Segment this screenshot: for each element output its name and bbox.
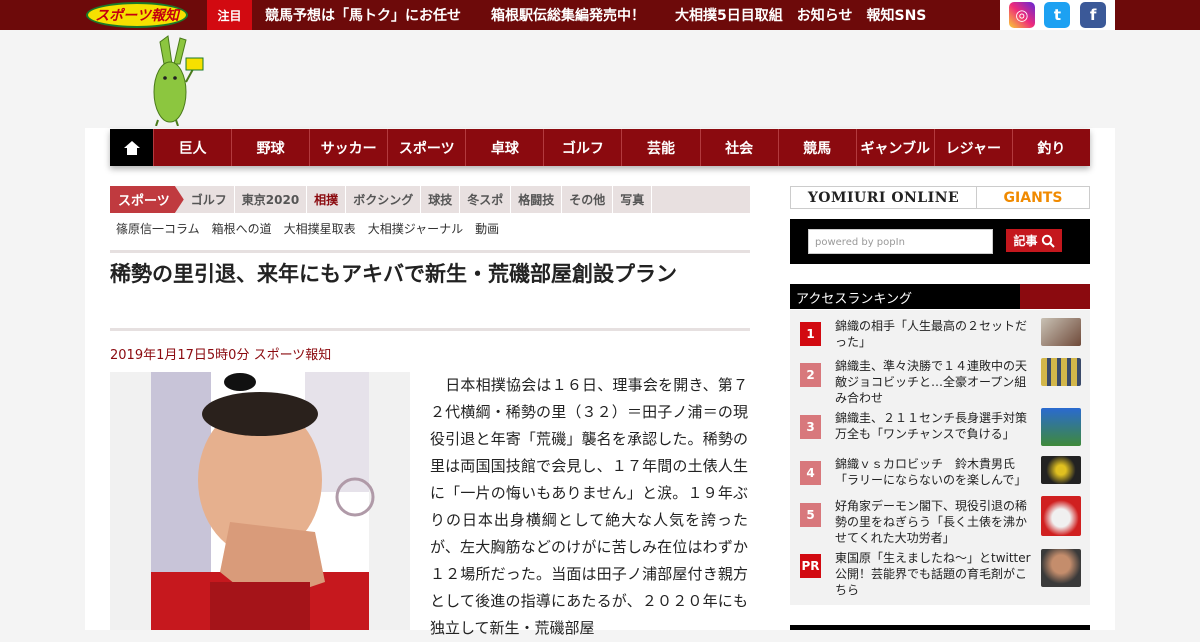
facebook-icon[interactable]: f — [1080, 2, 1107, 28]
subnav-tokyo2020[interactable]: 東京2020 — [235, 186, 308, 213]
divider — [110, 250, 750, 253]
subnav-photo[interactable]: 写真 — [613, 186, 653, 213]
pr-badge: PR — [800, 554, 821, 578]
subnav-active-sports[interactable]: スポーツ — [110, 186, 184, 213]
tag-link[interactable]: 篠原信一コラム — [116, 220, 200, 237]
rank-number: 2 — [800, 363, 821, 387]
search-icon — [1041, 234, 1055, 248]
nav-fishing[interactable]: 釣り — [1011, 129, 1090, 166]
subnav-sumo[interactable]: 相撲 — [307, 186, 347, 213]
nav-entertainment[interactable]: 芸能 — [621, 129, 699, 166]
nav-gamble[interactable]: ギャンブル — [855, 129, 934, 166]
rank-number: 5 — [800, 503, 821, 527]
search-box: powered by popIn 記事 — [790, 219, 1090, 264]
main-nav: 巨人 野球 サッカー スポーツ 卓球 ゴルフ 芸能 社会 競馬 ギャンブル レジ… — [110, 129, 1090, 166]
nav-keiba[interactable]: 競馬 — [777, 129, 856, 166]
home-icon — [123, 140, 140, 155]
topnav-link-hakone[interactable]: 箱根駅伝総集編発売中！ — [491, 5, 645, 25]
rank-thumbnail — [1041, 496, 1081, 536]
tag-nav: 篠原信一コラム 箱根への道 大相撲星取表 大相撲ジャーナル 動画 — [116, 220, 511, 237]
nav-sports[interactable]: スポーツ — [387, 129, 465, 166]
topnav-link-sumo[interactable]: 大相撲5日目取組 — [675, 5, 783, 25]
subnav-boxing[interactable]: ボクシング — [346, 186, 422, 213]
article-body: 日本相撲協会は１６日、理事会を開き、第７２代横綱・稀勢の里（３２）＝田子ノ浦＝の… — [430, 376, 748, 637]
sidebar-bottom-bar — [790, 625, 1090, 630]
tag-link[interactable]: 箱根への道 — [212, 220, 272, 237]
sub-nav: スポーツ ゴルフ 東京2020 相撲 ボクシング 球技 冬スポ 格闘技 その他 … — [110, 186, 750, 213]
tag-link[interactable]: 動画 — [475, 220, 499, 237]
article-photo[interactable] — [110, 372, 410, 630]
attention-label: 注目 — [207, 0, 252, 30]
subnav-other[interactable]: その他 — [562, 186, 614, 213]
article-headline: 稀勢の里引退、来年にもアキバで新生・荒磯部屋創設プラン — [110, 262, 677, 286]
subnav-martialarts[interactable]: 格闘技 — [511, 186, 563, 213]
tag-link[interactable]: 大相撲星取表 — [284, 220, 356, 237]
topnav-link-notice[interactable]: お知らせ — [797, 5, 853, 25]
rank-text: 錦織圭、準々決勝で１４連敗中の天敵ジョコビッチと…全豪オープン組み合わせ — [835, 359, 1028, 405]
ranking-header-accent — [1020, 284, 1090, 309]
rank-text: 錦織の相手「人生最高の２セットだった」 — [835, 319, 1028, 349]
twitter-icon[interactable]: t — [1044, 2, 1071, 28]
social-links: ◎ t f — [1000, 0, 1115, 30]
ranking-title: アクセスランキング — [796, 292, 912, 307]
rank-number: 3 — [800, 415, 821, 439]
nav-giants[interactable]: 巨人 — [153, 129, 231, 166]
nav-golf[interactable]: ゴルフ — [543, 129, 621, 166]
rank-number: 4 — [800, 461, 821, 485]
home-button[interactable] — [110, 129, 153, 166]
subnav-wintersports[interactable]: 冬スポ — [460, 186, 512, 213]
subnav-golf[interactable]: ゴルフ — [184, 186, 235, 213]
nav-leisure[interactable]: レジャー — [933, 129, 1012, 166]
nav-society[interactable]: 社会 — [699, 129, 778, 166]
rank-text: 東国原「生えましたね～」とtwitter公開！芸能界でも話題の育毛剤がこちら — [835, 551, 1031, 597]
top-bar: スポーツ報知 注目 競馬予想は「馬トク」にお任せ 箱根駅伝総集編発売中！ 大相撲… — [0, 0, 1200, 30]
rank-thumbnail — [1041, 549, 1081, 587]
rank-text: 好角家デーモン閣下、現役引退の稀勢の里をねぎらう「長く土俵を沸かせてくれた大功労… — [835, 499, 1028, 545]
search-button[interactable]: 記事 — [1006, 229, 1062, 252]
ranking-header: アクセスランキング — [790, 284, 1090, 309]
rank-number: 1 — [800, 322, 821, 346]
instagram-icon[interactable]: ◎ — [1008, 2, 1035, 28]
site-logo[interactable]: スポーツ報知 — [86, 2, 188, 28]
topnav-link-sns[interactable]: 報知SNS — [866, 5, 926, 25]
yomiuri-online-link[interactable]: YOMIURI ONLINE — [791, 187, 977, 208]
rank-thumbnail — [1041, 318, 1081, 346]
mascot-character — [153, 35, 204, 126]
wrestler-photo — [110, 372, 410, 630]
partner-banner: YOMIURI ONLINE GIANTS — [790, 186, 1090, 209]
nav-soccer[interactable]: サッカー — [309, 129, 387, 166]
rank-text: 錦織ｖｓカロビッチ 鈴木貴男氏「ラリーにならないのを楽しんで」 — [835, 457, 1027, 487]
topnav-link-umatoku[interactable]: 競馬予想は「馬トク」にお任せ — [265, 5, 461, 25]
rank-thumbnail — [1041, 358, 1081, 386]
rank-thumbnail — [1041, 408, 1081, 446]
rank-text: 錦織圭、２１１センチ長身選手対策万全も「ワンチャンスで負ける」 — [835, 411, 1028, 441]
top-nav: 競馬予想は「馬トク」にお任せ 箱根駅伝総集編発売中！ 大相撲5日目取組 お知らせ… — [265, 0, 940, 30]
giants-link[interactable]: GIANTS — [977, 187, 1089, 208]
article-dateline: 2019年1月17日5時0分 スポーツ報知 — [110, 348, 332, 363]
ranking-list: 1 錦織の相手「人生最高の２セットだった」 2 錦織圭、準々決勝で１４連敗中の天… — [790, 310, 1090, 605]
tag-link[interactable]: 大相撲ジャーナル — [368, 220, 463, 237]
rank-thumbnail — [1041, 456, 1081, 484]
subnav-ballgames[interactable]: 球技 — [421, 186, 461, 213]
nav-tabletennis[interactable]: 卓球 — [465, 129, 543, 166]
search-input[interactable]: powered by popIn — [808, 229, 993, 254]
nav-baseball[interactable]: 野球 — [231, 129, 309, 166]
divider — [110, 328, 750, 331]
